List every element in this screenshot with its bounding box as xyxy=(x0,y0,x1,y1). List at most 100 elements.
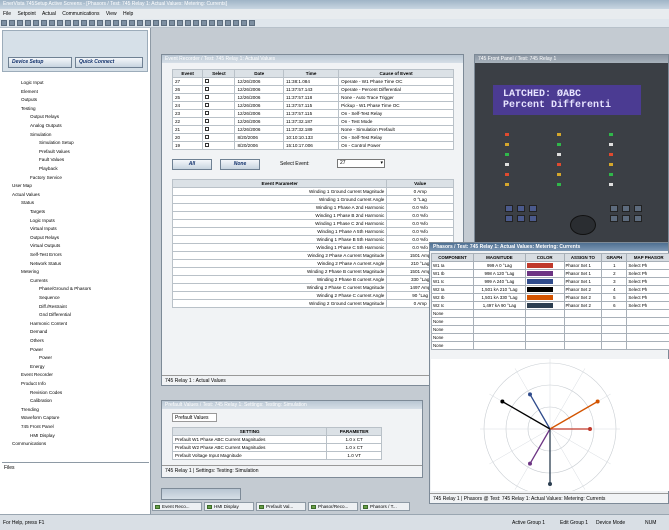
table-row[interactable]: W2 Ic 1,497 kA 90 °Lag Phasor Set 2 6 Select… xyxy=(430,301,669,310)
assign-to[interactable] xyxy=(563,341,603,350)
toolbar-button-icon[interactable] xyxy=(137,20,143,26)
component-name[interactable]: None xyxy=(430,333,475,342)
tree-item[interactable]: Fault Values xyxy=(39,157,64,162)
color-swatch[interactable] xyxy=(524,269,565,278)
table-row[interactable]: 22 12/26/2006 11:37:32.187 On - Test Mode xyxy=(171,117,454,126)
table-row[interactable]: Prefault W2 Phase ABC Current Magnitudes… xyxy=(171,443,382,452)
component-name[interactable]: W1 Ib xyxy=(430,269,475,278)
component-name[interactable]: None xyxy=(430,317,475,326)
tree-item[interactable]: Metering xyxy=(21,269,39,274)
table-row[interactable]: None xyxy=(430,317,669,326)
toolbar-button-icon[interactable] xyxy=(161,20,167,26)
tree-item[interactable]: Calibration xyxy=(30,398,52,403)
toolbar-button-icon[interactable] xyxy=(25,20,31,26)
toolbar-button-icon[interactable] xyxy=(177,20,183,26)
tree-item[interactable]: Logic Inputs xyxy=(30,218,55,223)
tree-item[interactable]: Phase/Ground & Phasors xyxy=(39,286,91,291)
select-none-button[interactable]: None xyxy=(220,159,260,170)
keypad-button[interactable] xyxy=(505,215,513,222)
toolbar-button-icon[interactable] xyxy=(169,20,175,26)
tree-item[interactable]: Self-Test Errors xyxy=(30,252,62,257)
menu-view[interactable]: View xyxy=(106,11,117,17)
table-row[interactable]: 27 12/26/2006 11:38:1.084 Operate - W1 Phas… xyxy=(171,77,454,86)
tree-item[interactable]: Others xyxy=(30,338,44,343)
tree-item[interactable]: Prefault Values xyxy=(39,149,70,154)
toolbar-button-icon[interactable] xyxy=(153,20,159,26)
tree-item[interactable]: Gnd Differential xyxy=(39,312,71,317)
menu-help[interactable]: Help xyxy=(123,11,133,17)
assign-to[interactable]: Phasor Set 1 xyxy=(563,261,603,270)
component-name[interactable]: W2 Ic xyxy=(430,301,475,310)
toolbar-button-icon[interactable] xyxy=(129,20,135,26)
select-checkbox[interactable] xyxy=(202,133,236,142)
table-row[interactable]: 23 12/26/2006 11:37:57.115 On - Self-Test R… xyxy=(171,109,454,118)
toolbar-button-icon[interactable] xyxy=(113,20,119,26)
keypad-button[interactable] xyxy=(610,215,618,222)
toolbar-button-icon[interactable] xyxy=(217,20,223,26)
color-swatch[interactable] xyxy=(524,285,565,294)
toolbar-button-icon[interactable] xyxy=(225,20,231,26)
select-checkbox[interactable] xyxy=(202,109,236,118)
table-row[interactable]: W2 Ia 1,501 kA 210 °Lag Phasor Set 2 4 Selec… xyxy=(430,285,669,294)
assign-to[interactable]: Phasor Set 1 xyxy=(563,277,603,286)
assign-to[interactable] xyxy=(563,333,603,342)
assign-to[interactable]: Phasor Set 2 xyxy=(563,285,603,294)
table-row[interactable]: 19 8/20/2006 15:10:17.006 On - Control Powe… xyxy=(171,141,454,150)
toolbar-button-icon[interactable] xyxy=(81,20,87,26)
assign-to[interactable] xyxy=(563,309,603,318)
table-row[interactable]: 21 12/26/2006 11:37:32.189 None - Simulatio… xyxy=(171,125,454,134)
color-swatch[interactable] xyxy=(524,317,565,326)
setting-value[interactable]: 1.0 x CT xyxy=(326,435,382,444)
component-name[interactable]: W2 Ia xyxy=(430,285,475,294)
tree-item[interactable]: Currents xyxy=(30,278,48,283)
toolbar-button-icon[interactable] xyxy=(209,20,215,26)
table-row[interactable]: Prefault W1 Phase ABC Current Magnitudes… xyxy=(171,435,382,444)
color-swatch[interactable] xyxy=(524,333,565,342)
table-row[interactable]: None xyxy=(430,325,669,334)
table-row[interactable]: 20 8/20/2006 10:10:10.133 On - Self-Test Re… xyxy=(171,133,454,142)
map-phasor[interactable] xyxy=(626,341,669,350)
keypad-button[interactable] xyxy=(517,215,525,222)
table-row[interactable]: W1 Ia 999 A 0 °Lag Phasor Set 1 1 Select Ph xyxy=(430,261,669,270)
keypad-button[interactable] xyxy=(529,205,537,212)
keypad-button[interactable] xyxy=(505,205,513,212)
toolbar-button-icon[interactable] xyxy=(49,20,55,26)
tree-item[interactable]: Simulation xyxy=(30,132,51,137)
tree-item[interactable]: Virtual Inputs xyxy=(30,226,57,231)
menu-setpoint[interactable]: Setpoint xyxy=(17,11,35,17)
tree-item[interactable]: Demand xyxy=(30,329,47,334)
menu-communications[interactable]: Communications xyxy=(62,11,99,17)
tree-item[interactable]: Actual Values xyxy=(12,192,40,197)
window-tab[interactable]: Prefault Val... xyxy=(256,502,306,511)
assign-to[interactable]: Phasor Set 2 xyxy=(563,293,603,302)
select-checkbox[interactable] xyxy=(202,125,236,134)
tab-prefault-values[interactable]: Prefault Values xyxy=(172,413,217,422)
tree-item[interactable]: 745 Front Panel xyxy=(21,424,54,429)
toolbar-button-icon[interactable] xyxy=(33,20,39,26)
toolbar-button-icon[interactable] xyxy=(9,20,15,26)
table-row[interactable]: 25 12/26/2006 11:37:57.118 None - Auto Trac… xyxy=(171,93,454,102)
map-phasor[interactable]: Select Ph xyxy=(626,293,669,302)
component-name[interactable]: None xyxy=(430,309,475,318)
table-row[interactable]: W1 Ib 998 A 120 °Lag Phasor Set 1 2 Select P… xyxy=(430,269,669,278)
table-row[interactable]: 26 12/26/2006 11:37:57.143 Operate - Percen… xyxy=(171,85,454,94)
select-checkbox[interactable] xyxy=(202,93,236,102)
keypad-button[interactable] xyxy=(634,205,642,212)
window-tab[interactable]: Phasor/Reco... xyxy=(308,502,358,511)
color-swatch[interactable] xyxy=(524,277,565,286)
tree-item[interactable]: Product Info xyxy=(21,381,46,386)
tree-item[interactable]: Simulation Setup xyxy=(39,140,74,145)
color-swatch[interactable] xyxy=(524,309,565,318)
component-name[interactable]: None xyxy=(430,341,475,350)
tree-item[interactable]: Sequence xyxy=(39,295,60,300)
toolbar-button-icon[interactable] xyxy=(17,20,23,26)
tree-item[interactable]: Energy xyxy=(30,364,45,369)
keypad-button[interactable] xyxy=(610,205,618,212)
tree-item[interactable]: Communications xyxy=(12,441,46,446)
tree-item[interactable]: Power xyxy=(39,355,52,360)
assign-to[interactable]: Phasor Set 2 xyxy=(563,301,603,310)
toolbar-button-icon[interactable] xyxy=(233,20,239,26)
component-name[interactable]: W1 Ic xyxy=(430,277,475,286)
table-row[interactable]: None xyxy=(430,309,669,318)
toolbar-button-icon[interactable] xyxy=(57,20,63,26)
